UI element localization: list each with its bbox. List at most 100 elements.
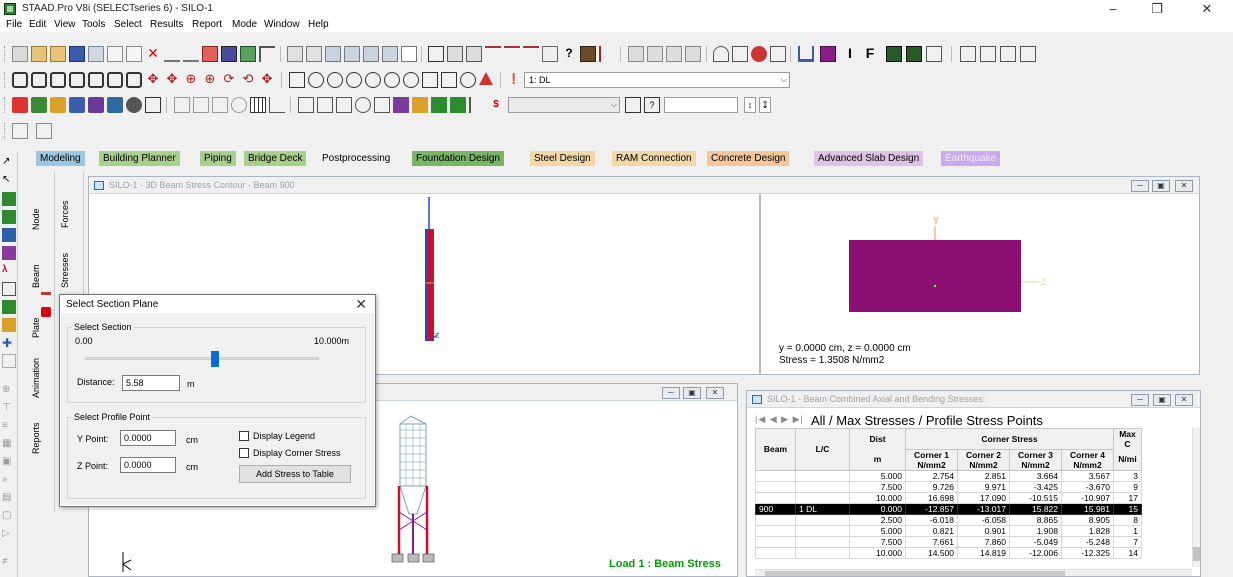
table-cell-dist[interactable]: 2.500 (849, 513, 906, 526)
table-cell-c4[interactable]: 8.905 (1061, 513, 1114, 526)
report-icon[interactable] (363, 46, 379, 62)
table-cell-beam[interactable] (755, 513, 796, 526)
table-cell-lc[interactable] (795, 546, 850, 559)
table-vertical-scrollbar[interactable] (1192, 427, 1200, 567)
tab-foundation-design[interactable]: Foundation Design (412, 151, 504, 166)
solid-cursor-icon[interactable] (504, 46, 520, 62)
table-cell-c1[interactable]: -6.018 (905, 513, 958, 526)
tab-postprocessing[interactable]: Postprocessing (318, 151, 395, 166)
material-icon[interactable] (886, 46, 902, 62)
scrollbar-thumb[interactable] (765, 571, 1065, 576)
mode-shape-icon[interactable] (431, 97, 447, 113)
tab-advanced-slab-design[interactable]: Advanced Slab Design (814, 151, 924, 166)
right-view-icon[interactable] (88, 72, 104, 88)
output-icon[interactable]: ▢ (2, 510, 16, 524)
restore-icon[interactable]: ▣ (1152, 180, 1170, 192)
table-cell-c2[interactable]: -6.058 (957, 513, 1010, 526)
subtab-stresses[interactable]: Stresses (60, 232, 83, 288)
spec-icon[interactable] (906, 46, 922, 62)
table-cell-lc[interactable] (795, 480, 850, 493)
table-cell-dist[interactable]: 10.000 (849, 491, 906, 504)
table-cell-c4[interactable]: 15.981 (1061, 502, 1114, 515)
table-cell-c3[interactable]: -10.515 (1009, 491, 1062, 504)
node-cursor-icon[interactable] (447, 46, 463, 62)
plates-cursor-icon[interactable] (2, 228, 16, 242)
section-display-icon[interactable] (88, 97, 104, 113)
orientation-icon[interactable] (107, 97, 123, 113)
column-header-corner-4[interactable]: Corner 4 N/mm2 (1061, 448, 1114, 471)
node-numbers-icon[interactable] (31, 97, 47, 113)
table-cell-dist[interactable]: 0.000 (849, 502, 906, 515)
list-icon[interactable]: ≡ (2, 420, 16, 434)
spin-control[interactable]: ↕ (744, 97, 756, 113)
table-cell-beam[interactable] (755, 535, 796, 548)
table-horizontal-scrollbar[interactable] (755, 569, 1192, 576)
table-cell-c4[interactable]: 3.567 (1061, 469, 1114, 482)
tool-icon[interactable]: ▷ (2, 528, 16, 542)
deflection-icon[interactable] (469, 97, 485, 113)
geometry-cursor-icon[interactable] (542, 46, 558, 62)
expand-icon[interactable]: » (2, 474, 16, 488)
beam-cursor-icon[interactable] (466, 46, 482, 62)
pointer-icon[interactable] (259, 46, 275, 62)
plate-cursor-icon[interactable] (485, 46, 501, 62)
result-value-input[interactable] (664, 97, 738, 113)
cut-icon[interactable] (107, 46, 123, 62)
pan-icon[interactable]: ✥ (259, 72, 275, 88)
table-row[interactable]: 5.000 2.754 2.851 3.664 3.567 3 (755, 469, 1142, 482)
beam-stress-table-window[interactable]: SILO-1 - Beam Combined Axial and Bending… (746, 390, 1201, 577)
close-icon[interactable]: ✕ (1175, 180, 1193, 192)
table-cell-c3[interactable]: 15.822 (1009, 502, 1062, 515)
table-cell-c2[interactable]: 0.901 (957, 524, 1010, 537)
zoom-icon[interactable]: ⊕ (2, 384, 16, 398)
animation-icon[interactable] (412, 97, 428, 113)
minimize-icon[interactable]: ─ (662, 387, 680, 399)
table-cell-c4[interactable]: -12.325 (1061, 546, 1114, 559)
table-row[interactable]: 900 1 DL 0.000 -12.857 -13.017 15.822 15.981 15 (755, 502, 1142, 515)
restore-icon[interactable]: ❐ (1140, 0, 1174, 18)
rotate-left-icon[interactable]: ⊕ (183, 72, 199, 88)
query-icon[interactable]: ? (644, 97, 660, 113)
rotate-right-icon[interactable]: ⊕ (202, 72, 218, 88)
plus-icon[interactable]: ✚ (2, 336, 16, 350)
y-point-input[interactable]: 0.0000 (120, 430, 176, 446)
beams-cursor-icon[interactable] (2, 210, 16, 224)
inverse-icon[interactable] (2, 354, 16, 368)
close-icon[interactable]: ✕ (1190, 0, 1224, 18)
snap-beam-icon[interactable] (193, 97, 209, 113)
table-cell-c3[interactable]: -3.425 (1009, 480, 1062, 493)
magnifier-icon[interactable] (460, 72, 476, 88)
table-cell-c2[interactable]: 17.090 (957, 491, 1010, 504)
table-cell-dist[interactable]: 5.000 (849, 524, 906, 537)
render-view-icon[interactable] (145, 97, 161, 113)
table-cell-c3[interactable]: 8.865 (1009, 513, 1062, 526)
scroll-down-icon[interactable]: ≠ (2, 556, 16, 570)
menu-edit[interactable]: Edit (29, 19, 46, 30)
snap-circle-icon[interactable] (231, 97, 247, 113)
zoom-out-icon[interactable] (346, 72, 362, 88)
open-structure-icon[interactable] (50, 46, 66, 62)
table-row[interactable]: 2.500 -6.018 -6.058 8.865 8.905 8 (755, 513, 1142, 526)
circular-repeat-icon[interactable] (647, 46, 663, 62)
plate-list-icon[interactable]: ▣ (2, 456, 16, 470)
tab-modeling[interactable]: Modeling (36, 151, 85, 166)
open-folder-icon[interactable] (31, 46, 47, 62)
table-cell-dist[interactable]: 10.000 (849, 546, 906, 559)
column-header-beam[interactable]: Beam (755, 428, 796, 471)
surface-cursor-icon[interactable] (523, 46, 539, 62)
table-cell-c2[interactable]: -13.017 (957, 502, 1010, 515)
column-header-corner-1[interactable]: Corner 1 N/mm2 (905, 448, 958, 471)
table-cell-max[interactable]: 15 (1113, 502, 1142, 515)
window-cascade-icon[interactable] (1000, 46, 1016, 62)
label-icon[interactable] (12, 97, 28, 113)
close-icon[interactable]: ✕ (706, 387, 724, 399)
table-cell-c2[interactable]: 2.851 (957, 469, 1010, 482)
table-cell-c3[interactable]: -12.006 (1009, 546, 1062, 559)
table-cell-lc[interactable]: 1 DL (795, 502, 850, 515)
column-header-corner-2[interactable]: Corner 2 N/mm2 (957, 448, 1010, 471)
menu-file[interactable]: File (6, 19, 22, 30)
snap-node-icon[interactable] (174, 97, 190, 113)
table-cell-max[interactable]: 3 (1113, 469, 1142, 482)
table-cell-dist[interactable]: 5.000 (849, 469, 906, 482)
translational-repeat-icon[interactable] (628, 46, 644, 62)
